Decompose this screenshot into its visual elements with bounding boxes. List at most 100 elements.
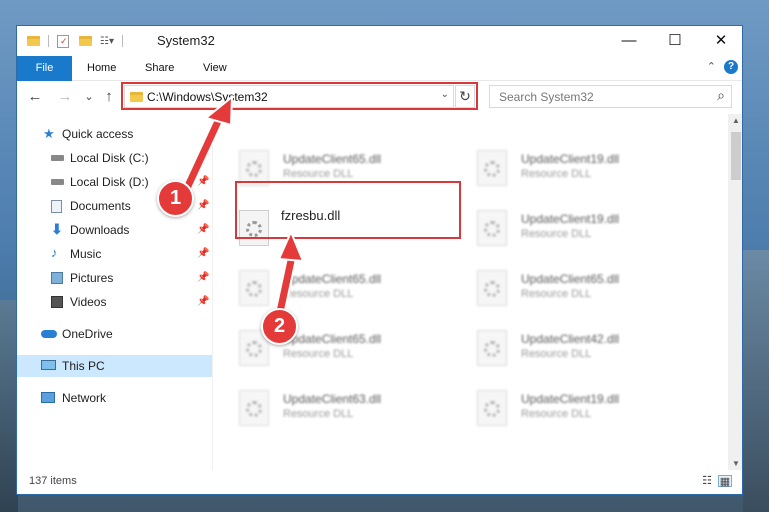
sidebar-item-videos[interactable]: Videos 📌 [17, 291, 212, 313]
sidebar-item-onedrive[interactable]: OneDrive [17, 323, 212, 345]
step-badge-2: 2 [261, 308, 298, 345]
file-type: Resource DLL [521, 168, 592, 180]
address-bar[interactable]: C:\Windows\System32 ⌄ [124, 85, 454, 108]
title-bar: ✓ ☷▾ System32 — ☐ ✕ [17, 26, 742, 56]
address-path[interactable]: C:\Windows\System32 [147, 90, 268, 104]
documents-icon [51, 200, 62, 213]
sidebar-item-label: This PC [62, 359, 105, 373]
back-button[interactable]: ← [25, 87, 45, 107]
sidebar-item-label: Pictures [70, 271, 114, 285]
sidebar-item-label: Network [62, 391, 107, 405]
file-name: UpdateClient63.dll [283, 392, 382, 406]
pin-icon[interactable]: 📌 [197, 219, 209, 241]
sidebar-item-label: Local Disk (D:) [70, 175, 149, 189]
item-count: 137 items [29, 475, 77, 487]
pin-icon[interactable]: 📌 [197, 243, 209, 265]
sidebar-item-pictures[interactable]: Pictures 📌 [17, 267, 212, 289]
pin-icon[interactable]: 📌 [197, 171, 209, 193]
sidebar-item-label: Videos [70, 295, 107, 309]
file-list: UpdateClient65.dll Resource DLL UpdateCl… [213, 114, 728, 470]
pin-icon[interactable]: 📌 [197, 195, 209, 217]
chevron-down-icon[interactable]: ⌄ [441, 89, 449, 100]
file-name: UpdateClient65.dll [521, 272, 620, 286]
file-item[interactable]: UpdateClient42.dll Resource DLL [469, 324, 699, 372]
file-explorer-window: ✓ ☷▾ System32 — ☐ ✕ File Home Share View… [16, 25, 743, 495]
drive-icon [51, 179, 64, 185]
recent-locations-button[interactable]: ⌄ [79, 87, 99, 107]
large-icons-view-icon[interactable]: ▦ [718, 475, 732, 488]
file-name: fzresbu.dll [281, 208, 341, 223]
quick-access-toolbar: ✓ ☷▾ [27, 33, 131, 49]
network-icon [41, 392, 55, 403]
search-input[interactable]: Search System32 ⌕ [489, 85, 732, 108]
close-button[interactable]: ✕ [698, 26, 742, 56]
maximize-button[interactable]: ☐ [652, 26, 698, 56]
drive-icon [51, 155, 64, 161]
sidebar-item-label: OneDrive [62, 327, 113, 341]
dll-file-icon [239, 390, 269, 426]
file-item[interactable]: UpdateClient19.dll Resource DLL [469, 144, 699, 192]
search-icon[interactable]: ⌕ [717, 87, 725, 104]
file-name: UpdateClient42.dll [521, 332, 620, 346]
file-name: UpdateClient65.dll [283, 272, 382, 286]
file-name: UpdateClient19.dll [521, 212, 620, 226]
file-type: Resource DLL [521, 228, 592, 240]
forward-button[interactable]: → [55, 87, 75, 107]
tab-share[interactable]: Share [145, 56, 174, 80]
file-type: Resource DLL [283, 168, 354, 180]
computer-icon [41, 360, 56, 370]
sidebar-item-network[interactable]: Network [17, 387, 212, 409]
sidebar-item-label: Local Disk (C:) [70, 151, 149, 165]
vertical-scrollbar[interactable]: ▲ ▼ [728, 114, 742, 470]
help-icon[interactable]: ? [724, 60, 738, 74]
sidebar-item-quick-access[interactable]: ★ Quick access [17, 123, 212, 145]
pictures-icon [51, 272, 63, 284]
file-item[interactable]: UpdateClient65.dll Resource DLL [469, 264, 699, 312]
file-item[interactable]: UpdateClient63.dll Resource DLL [231, 384, 461, 432]
dll-file-icon [477, 390, 507, 426]
file-type: Resource DLL [521, 288, 592, 300]
toolbar-divider [48, 35, 49, 47]
scroll-down-icon[interactable]: ▼ [728, 459, 742, 468]
new-folder-icon[interactable] [79, 36, 92, 46]
file-item[interactable]: UpdateClient65.dll Resource DLL [231, 144, 461, 192]
scrollbar-thumb[interactable] [731, 132, 741, 180]
properties-icon[interactable]: ✓ [57, 34, 69, 48]
file-name: UpdateClient19.dll [521, 152, 620, 166]
customize-toolbar-icon[interactable]: ☷▾ [100, 36, 114, 47]
sidebar-item-label: Music [70, 247, 102, 261]
file-item[interactable]: UpdateClient19.dll Resource DLL [469, 204, 699, 252]
cloud-icon [41, 330, 57, 338]
sidebar-item-local-disk-c[interactable]: Local Disk (C:) 📌 [17, 147, 212, 169]
dll-file-icon [477, 150, 507, 186]
ribbon-tabs: File Home Share View ⌃ ? [17, 56, 742, 104]
file-item-fzresbu[interactable]: fzresbu.dll [231, 204, 461, 252]
folder-icon [130, 92, 143, 102]
scroll-up-icon[interactable]: ▲ [728, 116, 742, 125]
tab-view[interactable]: View [203, 56, 227, 80]
navigation-bar: ← → ⌄ ↑ C:\Windows\System32 ⌄ ↻ Search S… [17, 81, 742, 113]
file-item[interactable]: UpdateClient19.dll Resource DLL [469, 384, 699, 432]
details-view-icon[interactable]: ☷ [700, 475, 714, 487]
up-button[interactable]: ↑ [99, 87, 119, 107]
tab-home[interactable]: Home [87, 56, 116, 80]
dll-file-icon [477, 210, 507, 246]
minimize-button[interactable]: — [606, 26, 652, 56]
dll-file-icon [239, 270, 269, 306]
window-title: System32 [157, 33, 215, 48]
pin-icon[interactable]: 📌 [197, 267, 209, 289]
sidebar-item-this-pc[interactable]: This PC [17, 355, 212, 377]
navigation-pane: ★ Quick access Local Disk (C:) 📌 Local D… [17, 114, 212, 470]
collapse-ribbon-icon[interactable]: ⌃ [707, 60, 716, 73]
pin-icon[interactable]: 📌 [197, 147, 209, 169]
file-name: UpdateClient65.dll [283, 332, 382, 346]
sidebar-item-downloads[interactable]: ⬇ Downloads 📌 [17, 219, 212, 241]
pin-icon[interactable]: 📌 [197, 291, 209, 313]
search-placeholder: Search System32 [499, 90, 594, 104]
videos-icon [51, 296, 63, 308]
file-item[interactable]: UpdateClient65.dll Resource DLL [231, 264, 461, 312]
dll-file-icon [477, 270, 507, 306]
status-bar: 137 items ☷ ▦ [17, 470, 742, 494]
refresh-button[interactable]: ↻ [455, 85, 475, 108]
sidebar-item-music[interactable]: ♪ Music 📌 [17, 243, 212, 265]
